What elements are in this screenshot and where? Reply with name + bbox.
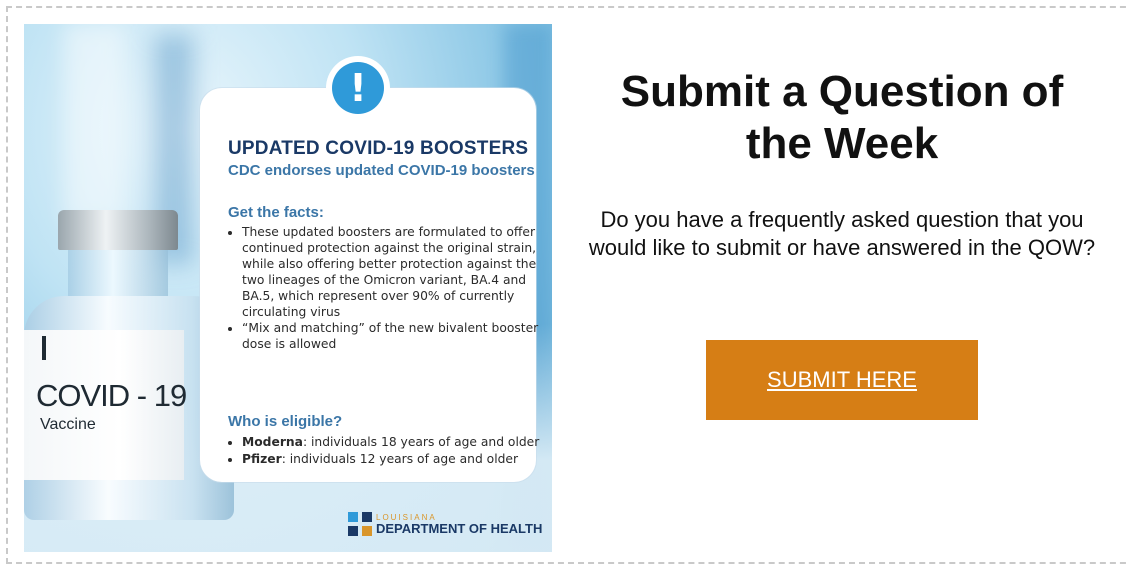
- covid-booster-image: COVID - 19 Vaccine UPDATED COVID-19 BOOS…: [24, 24, 552, 552]
- card-title: UPDATED COVID-19 BOOSTERS: [228, 138, 529, 159]
- vial-neck: [68, 250, 168, 296]
- vial-label-mark: [42, 336, 46, 360]
- logo-department-text: DEPARTMENT OF HEALTH: [376, 521, 543, 536]
- vial-label-subtitle: Vaccine: [40, 416, 96, 433]
- page-title: Submit a Question of the Week: [620, 67, 1064, 168]
- vial-label-title: COVID - 19: [36, 378, 187, 413]
- list-item: “Mix and matching” of the new bivalent b…: [242, 320, 548, 352]
- info-card: UPDATED COVID-19 BOOSTERS CDC endorses u…: [200, 88, 539, 482]
- list-item: Pfizer: individuals 12 years of age and …: [242, 451, 548, 468]
- department-of-health-logo-icon: [348, 512, 372, 536]
- brand-name: Pfizer: [242, 452, 282, 466]
- card-subtitle: CDC endorses updated COVID-19 boosters: [228, 162, 535, 179]
- list-item: Moderna: individuals 18 years of age and…: [242, 434, 548, 451]
- submit-button-label: SUBMIT HERE: [767, 367, 917, 392]
- eligibility-text: : individuals 12 years of age and older: [281, 452, 519, 466]
- eligibility-list: Moderna: individuals 18 years of age and…: [228, 434, 548, 468]
- submit-here-button[interactable]: SUBMIT HERE: [706, 340, 978, 420]
- facts-list: These updated boosters are formulated to…: [228, 224, 548, 352]
- background-blur: [64, 24, 124, 224]
- brand-name: Moderna: [242, 435, 303, 449]
- list-item: These updated boosters are formulated to…: [242, 224, 548, 320]
- eligibility-heading: Who is eligible?: [228, 413, 343, 430]
- cta-description: Do you have a frequently asked question …: [588, 207, 1096, 260]
- exclamation-icon: !: [332, 62, 384, 114]
- eligibility-text: : individuals 18 years of age and older: [302, 435, 540, 449]
- vial-cap: [58, 210, 178, 250]
- facts-heading: Get the facts:: [228, 204, 324, 221]
